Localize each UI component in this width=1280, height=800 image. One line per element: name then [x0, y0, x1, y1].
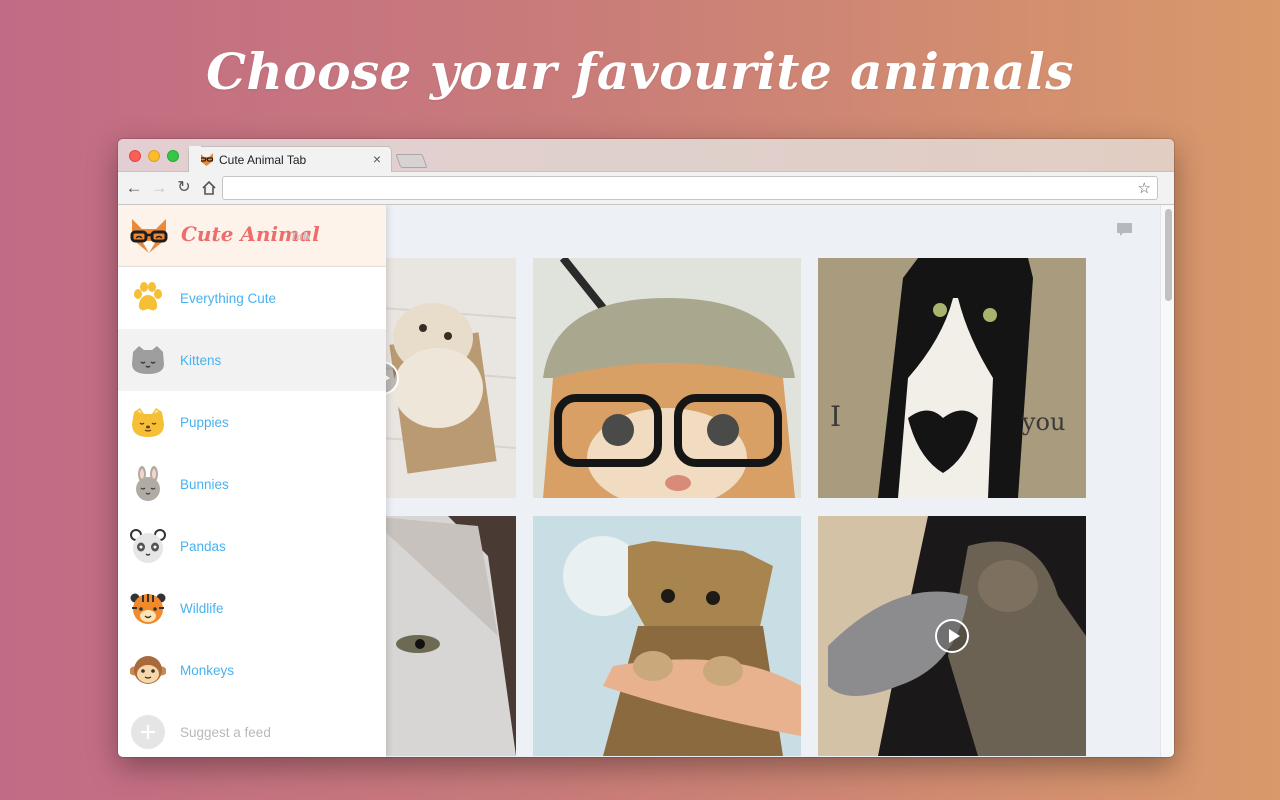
- back-arrow-icon[interactable]: ←: [123, 177, 145, 199]
- scrollbar[interactable]: [1160, 205, 1174, 757]
- puppy-icon: [132, 408, 164, 437]
- photo-caption-right: you: [1021, 408, 1065, 436]
- sidebar-item-label: Puppies: [180, 414, 229, 430]
- sidebar-item-label: Bunnies: [180, 476, 229, 492]
- tab-title: Cute Animal Tab: [219, 153, 307, 167]
- tiger-icon: [130, 593, 166, 624]
- maximize-window-button[interactable]: [167, 150, 179, 162]
- home-icon[interactable]: [198, 177, 220, 199]
- plus-icon: [131, 715, 165, 749]
- sidebar-item-label: Kittens: [180, 352, 222, 368]
- minimize-window-button[interactable]: [148, 150, 160, 162]
- sidebar-item-bunnies[interactable]: Bunnies: [118, 453, 386, 515]
- monkey-icon: [130, 656, 166, 684]
- fox-glasses-logo-icon: [130, 219, 168, 253]
- sidebar-header: Cute Animal Tab: [118, 205, 386, 267]
- close-window-button[interactable]: [129, 150, 141, 162]
- sidebar-item-label: Wildlife: [180, 600, 224, 616]
- reload-icon[interactable]: ↻: [173, 177, 195, 199]
- sidebar-item-everything-cute[interactable]: Everything Cute: [118, 267, 386, 329]
- address-input[interactable]: [223, 177, 1157, 199]
- paw-icon: [134, 282, 162, 311]
- new-tab-button[interactable]: [395, 154, 428, 168]
- forward-arrow-icon[interactable]: →: [148, 177, 170, 199]
- bunny-icon: [136, 466, 160, 501]
- sidebar-item-puppies[interactable]: Puppies: [118, 391, 386, 453]
- bookmark-star-icon[interactable]: ☆: [1138, 179, 1151, 197]
- page-headline: Choose your favourite animals: [206, 42, 1074, 101]
- tab-close-icon[interactable]: ×: [373, 151, 381, 167]
- sidebar-item-kittens[interactable]: Kittens: [118, 329, 386, 391]
- browser-toolbar: ← → ↻ ☆: [118, 172, 1174, 205]
- sidebar-item-label: Monkeys: [180, 662, 235, 678]
- suggest-feed-label: Suggest a feed: [180, 724, 271, 740]
- photo-caption-left: I: [830, 400, 841, 433]
- photo-card[interactable]: [818, 516, 1086, 756]
- sidebar-item-label: Pandas: [180, 538, 226, 554]
- photo-card[interactable]: [533, 516, 801, 756]
- category-sidebar: Cute Animal Tab Everything Cute Kittens …: [118, 205, 386, 757]
- browser-window: Cute Animal Tab × ← → ↻ ☆ I you Cute Ani…: [118, 139, 1174, 757]
- brand-subtitle: Tab: [290, 232, 310, 243]
- scrollbar-thumb[interactable]: [1165, 209, 1172, 301]
- sidebar-item-wildlife[interactable]: Wildlife: [118, 577, 386, 639]
- suggest-feed-button[interactable]: Suggest a feed: [118, 701, 386, 757]
- play-video-icon[interactable]: [935, 619, 969, 653]
- sidebar-item-pandas[interactable]: Pandas: [118, 515, 386, 577]
- sidebar-item-monkeys[interactable]: Monkeys: [118, 639, 386, 701]
- panda-icon: [130, 529, 166, 563]
- title-bar: Cute Animal Tab ×: [118, 139, 1174, 173]
- browser-tab[interactable]: Cute Animal Tab ×: [188, 146, 392, 173]
- chat-bubble-icon[interactable]: [1116, 222, 1133, 237]
- photo-card[interactable]: [533, 258, 801, 498]
- page-content: I you Cute Animal Tab Everything Cute Ki…: [118, 205, 1174, 757]
- photo-card[interactable]: I you: [818, 258, 1086, 498]
- fox-glasses-icon: [199, 153, 214, 166]
- address-bar[interactable]: ☆: [222, 176, 1158, 200]
- sidebar-item-label: Everything Cute: [180, 290, 277, 306]
- kitten-icon: [132, 346, 164, 374]
